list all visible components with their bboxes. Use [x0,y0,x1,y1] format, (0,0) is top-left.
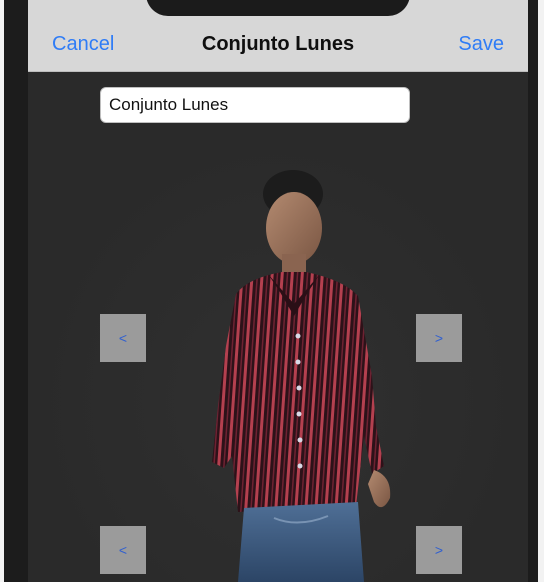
bottom-next-button[interactable]: > [416,526,462,574]
device-notch [146,0,410,16]
outfit-editor-sheet: Cancel Conjunto Lunes Save Conjunto Lune… [28,0,528,582]
top-previous-button[interactable]: < [100,314,146,362]
right-bezel [528,0,544,582]
device-frame: Cancel Conjunto Lunes Save Conjunto Lune… [0,0,544,582]
bottom-previous-button[interactable]: < [100,526,146,574]
avatar-model-icon [212,170,391,582]
save-button[interactable]: Save [458,33,504,56]
page-title: Conjunto Lunes [201,33,355,55]
navigation-bar: Cancel Conjunto Lunes Save [28,0,528,72]
left-bezel [0,0,28,582]
outfit-name-input[interactable] [100,87,410,123]
top-next-button[interactable]: > [416,314,462,362]
